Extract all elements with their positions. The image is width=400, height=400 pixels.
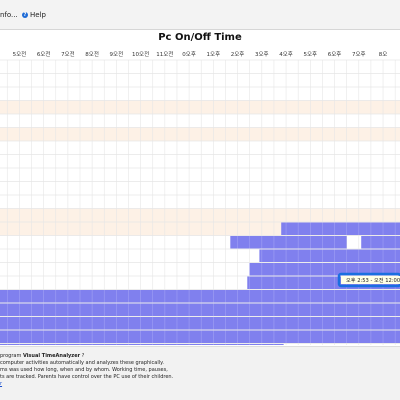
time-tick-label: 9오전: [110, 50, 124, 58]
time-tick-label: 11오전: [156, 50, 173, 58]
highlight-band: [0, 100, 400, 114]
time-tick-label: 6오후: [328, 51, 342, 58]
info-line-1: program Visual TimeAnalyzer ?: [0, 353, 85, 359]
menu-bar: nfo... ? Help: [0, 0, 400, 30]
usage-bar: [0, 303, 400, 316]
chart-title: Pc On/Off Time: [158, 32, 242, 43]
usage-bar: [281, 222, 400, 235]
time-tick-label: 7오후: [352, 51, 366, 58]
highlight-band: [0, 127, 400, 141]
info-line-4: ts are tracked. Parents have control ove…: [0, 374, 174, 380]
time-tick-label: 0오후: [182, 51, 196, 58]
time-tick-label: 7오전: [61, 50, 75, 58]
time-tick-label: 2오후: [231, 51, 245, 58]
info-panel: program Visual TimeAnalyzer ? computer a…: [0, 346, 400, 400]
time-tick-label: 3오후: [255, 51, 269, 58]
usage-bar: [0, 344, 284, 345]
highlight-band: [0, 208, 400, 222]
usage-bar: [230, 236, 347, 249]
time-tick-label: 5오후: [303, 51, 317, 58]
time-tick-label: 5오전: [13, 50, 27, 58]
usage-bar: [259, 249, 400, 262]
time-tick-label: 6오전: [37, 50, 51, 58]
usage-bar: [361, 236, 400, 249]
help-menu[interactable]: ? Help: [22, 0, 46, 30]
help-menu-label: Help: [30, 11, 46, 19]
usage-bar: [0, 290, 400, 303]
time-tick-label: 8오: [379, 51, 388, 58]
usage-bar: [0, 317, 400, 330]
time-tick-label: 10오전: [132, 50, 149, 58]
info-line-2: computer activities automatically and an…: [0, 360, 164, 366]
program-name: Visual TimeAnalyzer: [22, 353, 81, 359]
time-tick-label: 8오전: [85, 50, 99, 58]
on-off-time-chart: 5오전 6오전 7오전 8오전 9오전 10오전 11오전 0오후 1오후 2오후 3오후 4오후 5오…: [0, 50, 400, 345]
info-link[interactable]: r: [0, 381, 2, 387]
time-tick-label: 1오후: [207, 51, 221, 58]
info-menu[interactable]: nfo...: [0, 0, 18, 30]
usage-bar: [0, 330, 400, 343]
info-line-3: ms was used how long, when and by whom. …: [0, 367, 168, 373]
time-tick-label: 4오후: [279, 51, 293, 58]
tooltip-text: 오후 2:53 - 오전 12:00: [346, 277, 400, 284]
help-circle-icon: ?: [22, 12, 28, 18]
